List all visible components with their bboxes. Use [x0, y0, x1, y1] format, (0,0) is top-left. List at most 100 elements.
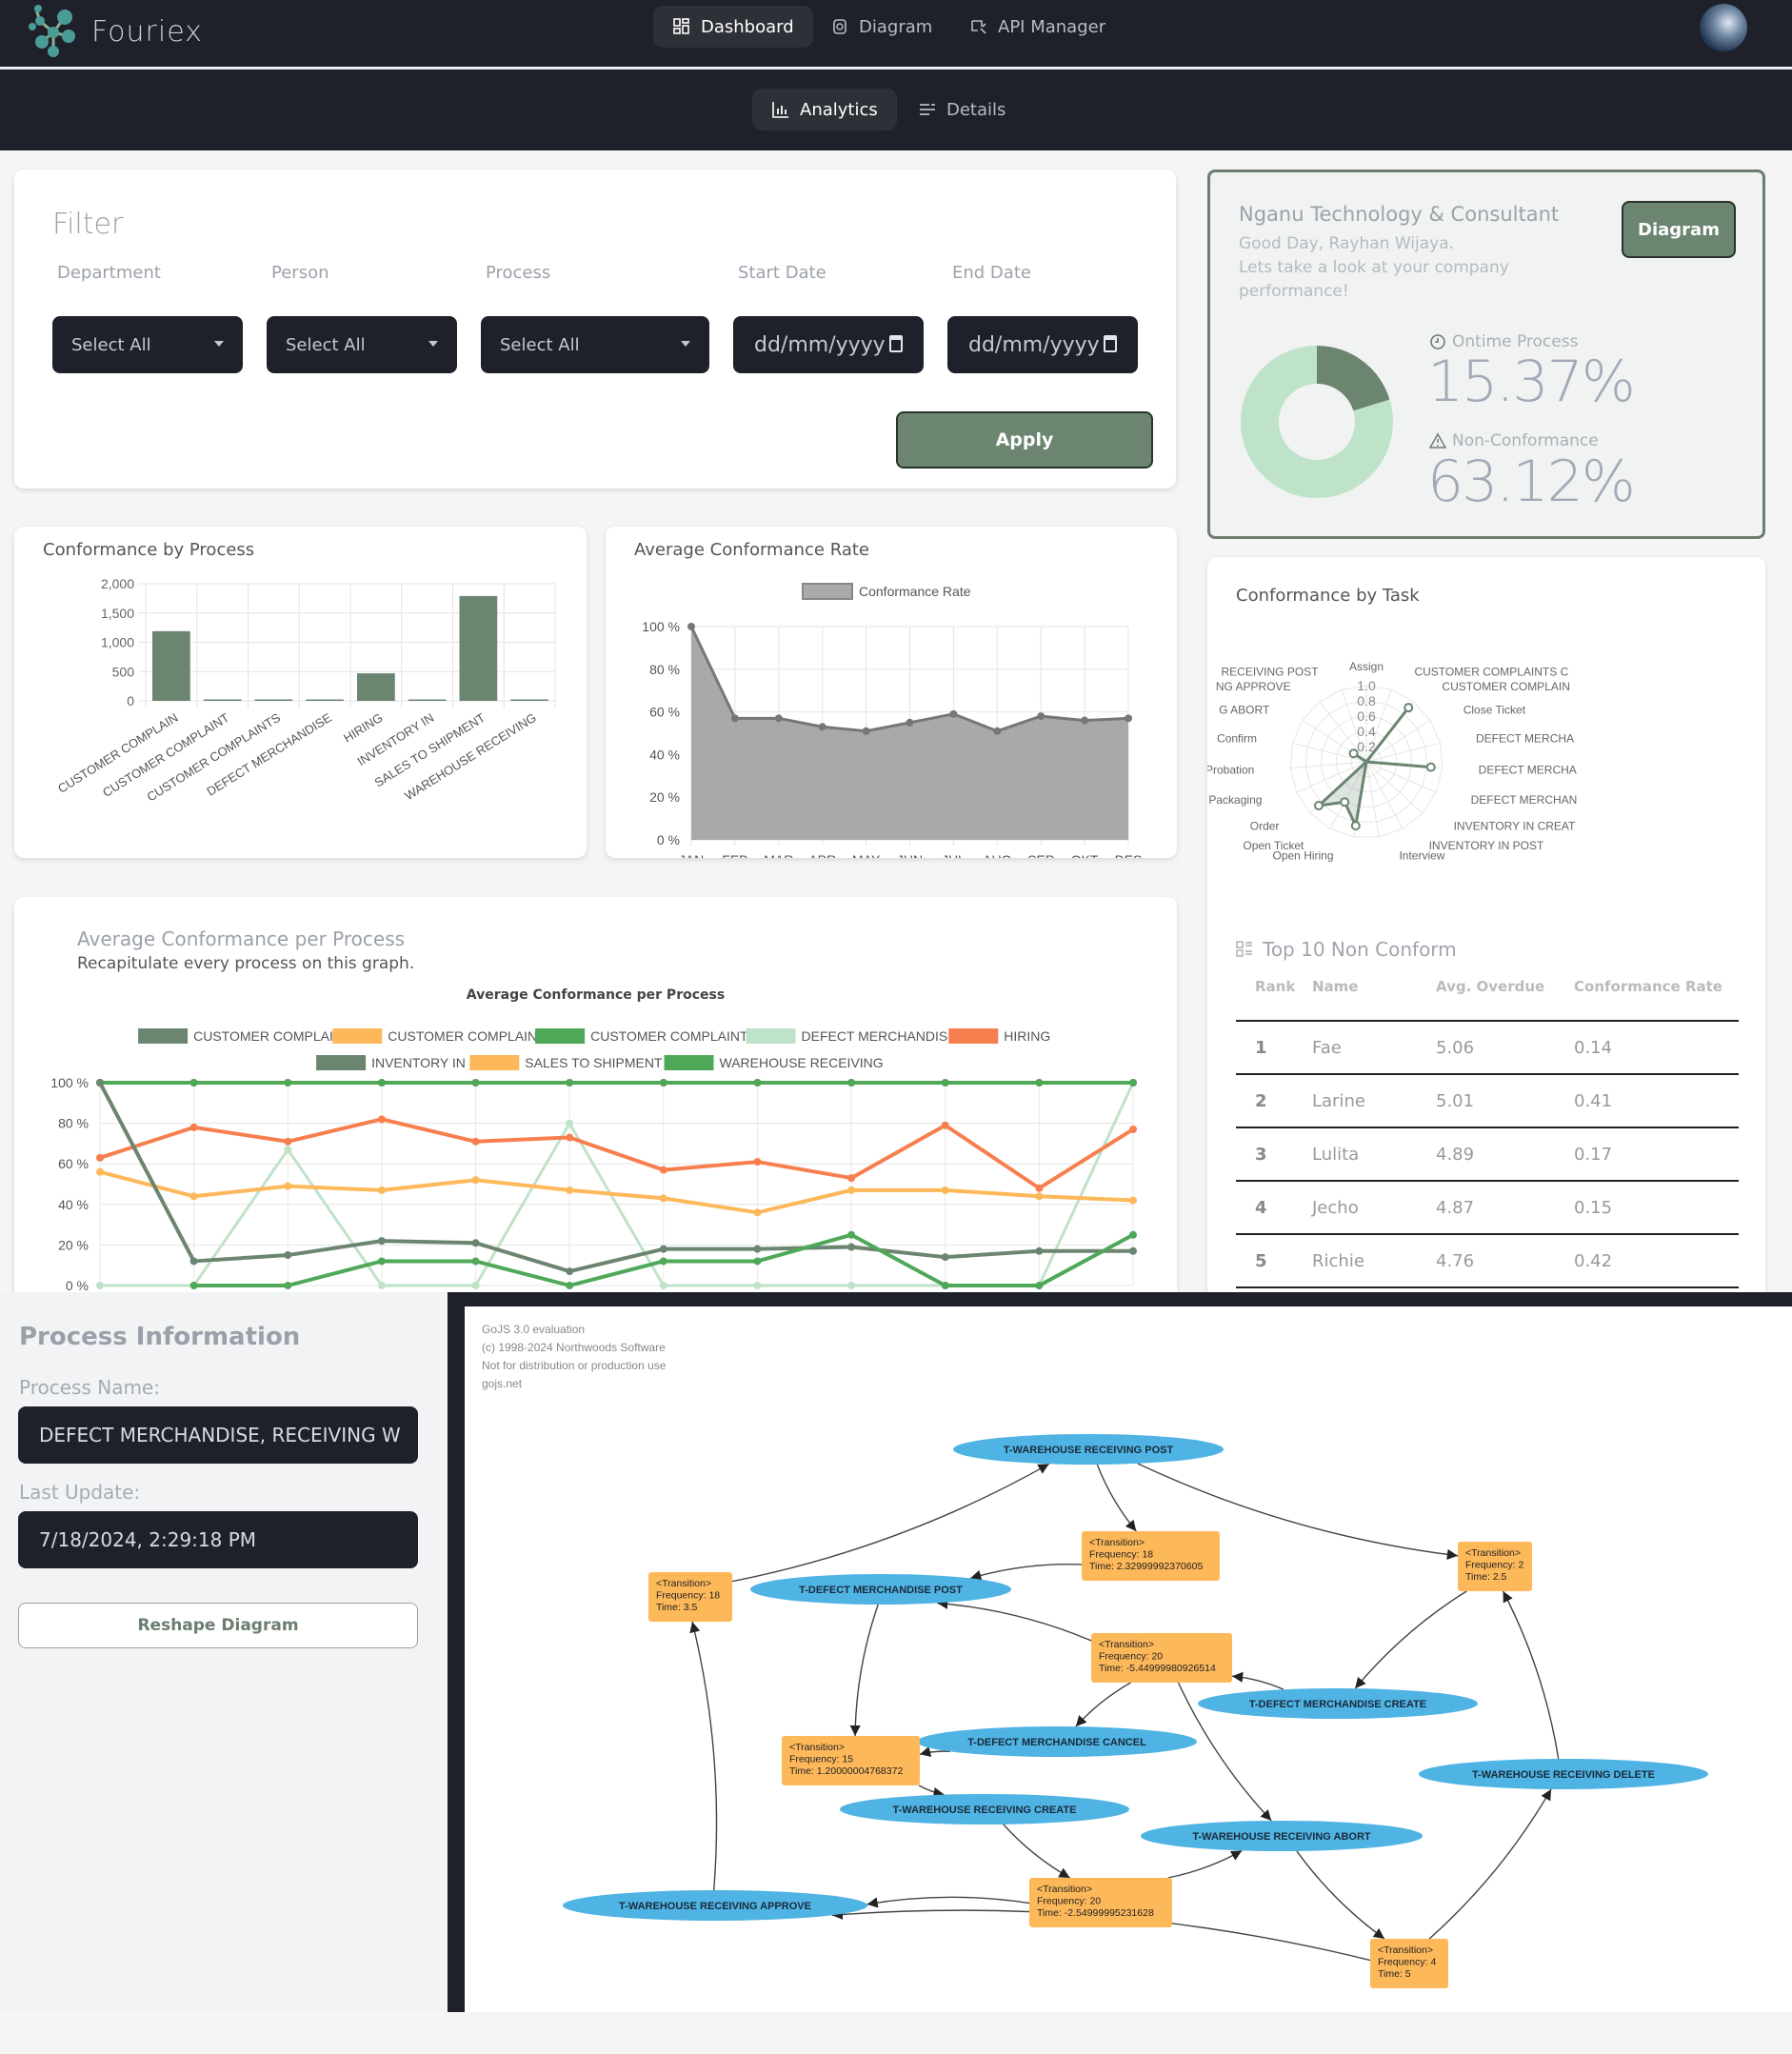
legend-label: WAREHOUSE RECEIVING: [720, 1055, 884, 1070]
end-date-placeholder: dd/mm/yyyy: [968, 332, 1100, 357]
table-row[interactable]: 5 Richie 4.76 0.42: [1236, 1234, 1739, 1288]
data-point: [1129, 1230, 1137, 1239]
name-cell: Jecho: [1312, 1181, 1436, 1235]
radar-label: CUSTOMER COMPLAINTS C: [1414, 665, 1568, 678]
data-point: [847, 1186, 856, 1194]
apply-button[interactable]: Apply: [896, 411, 1153, 469]
state-node[interactable]: T-WAREHOUSE RECEIVING POST: [953, 1434, 1224, 1465]
rank-cell: 4: [1236, 1181, 1312, 1235]
start-date-placeholder: dd/mm/yyyy: [754, 332, 886, 357]
transition-node-label: <Transition>: [1089, 1537, 1145, 1548]
diagram-link: [1075, 1682, 1131, 1727]
person-value: Select All: [286, 334, 366, 355]
diagram-link: [969, 1564, 1083, 1581]
company-name: Nganu Technology & Consultant: [1239, 203, 1560, 226]
warning-icon: [1429, 432, 1446, 449]
conformance-by-process-chart: 05001,0001,5002,000CUSTOMER COMPLAINCUST…: [55, 576, 556, 805]
process-name-field[interactable]: DEFECT MERCHANDISE, RECEIVING W: [18, 1406, 418, 1464]
transition-node[interactable]: <Transition>Frequency: 20Time: -2.549999…: [1029, 1878, 1172, 1927]
transition-node[interactable]: <Transition>Frequency: 4Time: 5: [1370, 1939, 1448, 1988]
transition-node[interactable]: <Transition>Frequency: 18Time: 2.3299999…: [1082, 1531, 1220, 1581]
state-node-label: T-WAREHOUSE RECEIVING CREATE: [893, 1805, 1077, 1816]
radar-label: CUSTOMER COMPLAIN: [1442, 680, 1569, 693]
transition-node-label: Time: 3.5: [656, 1602, 698, 1613]
process-diagram-canvas[interactable]: GoJS 3.0 evaluation (c) 1998-2024 Northw…: [465, 1306, 1792, 2012]
state-node[interactable]: T-DEFECT MERCHANDISE CANCEL: [917, 1726, 1197, 1757]
state-node[interactable]: T-WAREHOUSE RECEIVING DELETE: [1419, 1759, 1708, 1789]
person-select[interactable]: Select All: [267, 316, 457, 373]
series-line: [98, 1082, 1133, 1274]
data-point: [941, 1079, 949, 1087]
department-label: Department: [57, 263, 161, 283]
transition-node[interactable]: <Transition>Frequency: 15Time: 1.2000000…: [782, 1736, 920, 1785]
bar: [203, 699, 242, 701]
data-point: [1129, 1125, 1137, 1133]
radar-label: INVENTORY IN POST: [1429, 839, 1544, 852]
name-cell: Richie: [1312, 1234, 1436, 1288]
name-cell: Fae: [1312, 1021, 1436, 1075]
x-tick-label: DES: [1115, 852, 1143, 858]
caret-down-icon: [428, 341, 438, 347]
end-date-input[interactable]: dd/mm/yyyy: [947, 316, 1138, 373]
state-node[interactable]: T-WAREHOUSE RECEIVING APPROVE: [563, 1890, 867, 1921]
radar-label: Order: [1250, 820, 1280, 833]
legend-label: CUSTOMER COMPLAIN: [193, 1028, 343, 1044]
company-summary-card: Nganu Technology & Consultant Good Day, …: [1207, 170, 1765, 539]
nav-tab-api-manager[interactable]: API Manager: [950, 6, 1125, 48]
transition-node[interactable]: <Transition>Frequency: 2Time: 2.5: [1458, 1542, 1532, 1591]
table-row[interactable]: 1 Fae 5.06 0.14: [1236, 1021, 1739, 1075]
y-tick-label: 0 %: [657, 832, 680, 848]
data-point: [471, 1079, 480, 1087]
average-conformance-rate-chart: Conformance Rate 0 % 20 % 40 % 60 % 80 % 100 %…: [642, 583, 1143, 858]
x-tick-label: HIRING: [341, 710, 386, 746]
department-select[interactable]: Select All: [52, 316, 243, 373]
bar: [152, 630, 190, 701]
data-point: [566, 1267, 574, 1276]
data-point: [566, 1079, 574, 1087]
data-point: [284, 1282, 292, 1289]
y-tick-label: 100 %: [642, 619, 680, 634]
end-date-label: End Date: [952, 263, 1031, 283]
legend-swatch: [664, 1055, 714, 1070]
reshape-diagram-button[interactable]: Reshape Diagram: [18, 1603, 418, 1648]
process-select[interactable]: Select All: [481, 316, 709, 373]
x-tick-label: SEP: [1027, 852, 1054, 858]
avatar[interactable]: [1700, 4, 1747, 51]
data-point: [1035, 1282, 1044, 1289]
calendar-icon[interactable]: [1104, 335, 1117, 352]
data-point: [1129, 1246, 1137, 1255]
data-point: [941, 1121, 949, 1129]
diagram-link: [849, 1604, 879, 1737]
top10-header: Top 10 Non Conform: [1236, 938, 1457, 961]
calendar-icon[interactable]: [889, 335, 903, 352]
table-row[interactable]: 3 Lulita 4.89 0.17: [1236, 1127, 1739, 1182]
transition-node[interactable]: <Transition>Frequency: 18Time: 3.5: [648, 1572, 732, 1622]
transition-node-label: <Transition>: [1465, 1547, 1521, 1559]
state-node[interactable]: T-WAREHOUSE RECEIVING ABORT: [1141, 1821, 1423, 1851]
sub-tab-analytics[interactable]: Analytics: [752, 89, 897, 130]
y-tick-label: 0: [127, 693, 134, 708]
state-node[interactable]: T-DEFECT MERCHANDISE CREATE: [1198, 1688, 1478, 1719]
transition-node-label: Frequency: 20: [1037, 1896, 1101, 1907]
table-row[interactable]: 2 Larine 5.01 0.41: [1236, 1074, 1739, 1128]
start-date-input[interactable]: dd/mm/yyyy: [733, 316, 924, 373]
bar: [408, 699, 447, 701]
nav-tab-dashboard[interactable]: Dashboard: [653, 6, 813, 48]
caret-down-icon: [214, 341, 224, 347]
legend-swatch: [948, 1028, 999, 1044]
conformance-by-process-card: Conformance by Process 0 500 1,000 1,500 2,0…: [14, 527, 587, 858]
transition-node[interactable]: <Transition>Frequency: 20Time: -5.449999…: [1091, 1633, 1232, 1683]
last-update-field[interactable]: 7/18/2024, 2:29:18 PM: [18, 1511, 418, 1568]
state-node[interactable]: T-DEFECT MERCHANDISE POST: [750, 1574, 1011, 1605]
brand[interactable]: Fouriex: [27, 4, 203, 59]
sub-tab-details[interactable]: Details: [899, 89, 1025, 130]
legend-swatch: [535, 1028, 586, 1044]
nav-tab-diagram[interactable]: Diagram: [811, 6, 951, 48]
avg-conformance-per-process-chart: CUSTOMER COMPLAIN CUSTOMER COMPLAINT CUSTO…: [50, 1028, 1137, 1293]
state-node[interactable]: T-WAREHOUSE RECEIVING CREATE: [840, 1794, 1129, 1825]
x-tick-label: JUL: [942, 852, 966, 858]
diagram-button[interactable]: Diagram: [1622, 201, 1736, 258]
list-icon: [920, 104, 935, 115]
name-cell: Larine: [1312, 1074, 1436, 1128]
table-row[interactable]: 4 Jecho 4.87 0.15: [1236, 1181, 1739, 1235]
